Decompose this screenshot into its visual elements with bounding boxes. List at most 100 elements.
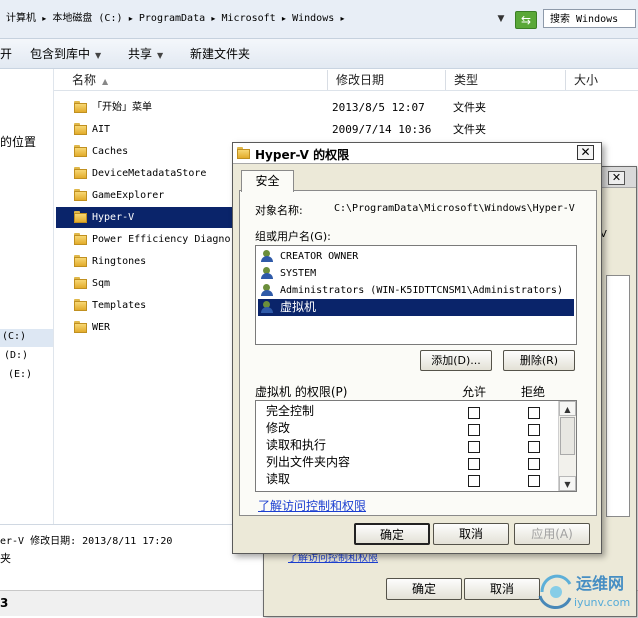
open-label: 开 (0, 47, 13, 61)
nav-item-drive-d[interactable]: (D:) (4, 350, 28, 361)
chevron-right-icon[interactable]: ▸ (282, 14, 286, 23)
allow-checkbox[interactable] (468, 441, 480, 453)
permissions-list: 完全控制 修改 读取和执行 列出文件夹内容 读取 ▲ ▼ (255, 400, 577, 492)
column-date[interactable]: 修改日期 (328, 70, 446, 90)
file-row[interactable]: 「开始」菜单 (56, 97, 234, 118)
user-item[interactable]: SYSTEM (258, 265, 574, 282)
permissions-scrollbar[interactable]: ▲ ▼ (558, 401, 576, 491)
permission-name: 修改 (266, 421, 291, 435)
watermark-text: 运维网 (576, 574, 625, 593)
address-bar: 计算机 ▸ 本地磁盘 (C:) ▸ ProgramData ▸ Microsof… (0, 0, 638, 39)
cancel-button[interactable]: 取消 (433, 523, 509, 545)
folder-icon (74, 211, 87, 223)
chevron-right-icon[interactable]: ▸ (42, 14, 46, 23)
user-name: CREATOR OWNER (280, 251, 359, 262)
scroll-thumb[interactable] (560, 417, 575, 455)
breadcrumb-item[interactable]: Microsoft (222, 13, 276, 24)
address-dropdown-icon[interactable]: ▼ (496, 10, 506, 28)
details-line: er-V 修改日期: 2013/8/11 17:20 (0, 536, 173, 547)
file-row[interactable]: DeviceMetadataStore (56, 163, 234, 184)
scroll-down-icon[interactable]: ▼ (559, 476, 576, 491)
refresh-icon[interactable]: ⇆ (515, 11, 537, 29)
user-group-icon (261, 301, 275, 314)
file-row[interactable]: WER (56, 317, 234, 338)
new-folder-label: 新建文件夹 (190, 47, 251, 61)
breadcrumb-item[interactable]: 计算机 (6, 13, 36, 24)
nav-item-location[interactable]: 的位置 (0, 133, 36, 150)
folder-icon (74, 299, 87, 311)
folder-icon (74, 123, 87, 135)
back-cancel-button[interactable]: 取消 (464, 578, 540, 600)
file-row[interactable]: GameExplorer (56, 185, 234, 206)
status-count: 3 (0, 596, 9, 610)
file-row[interactable]: Ringtones (56, 251, 234, 272)
user-item[interactable]: Administrators (WIN-K5IDTTCNSM1\Administ… (258, 282, 574, 299)
deny-checkbox[interactable] (528, 424, 540, 436)
chevron-right-icon[interactable]: ▸ (211, 14, 215, 23)
details-pane: er-V 修改日期: 2013/8/11 17:20 夹 (0, 524, 262, 591)
permissions-dialog: Hyper-V 的权限 ✕ 安全 对象名称: C:\ProgramData\Mi… (232, 142, 602, 554)
open-button[interactable]: 开 (0, 46, 12, 62)
breadcrumb-item[interactable]: Windows (292, 13, 334, 24)
allow-checkbox[interactable] (468, 458, 480, 470)
details-type: 夹 (0, 552, 11, 565)
chevron-down-icon: ▼ (157, 51, 164, 60)
sort-up-icon: ▲ (102, 77, 109, 86)
allow-checkbox[interactable] (468, 424, 480, 436)
search-input[interactable]: 搜索 Windows (543, 9, 636, 28)
breadcrumb-item[interactable]: ProgramData (139, 13, 205, 24)
file-row[interactable]: AIT (56, 119, 234, 140)
watermark-domain: iyunv.com (574, 596, 631, 609)
user-item[interactable]: CREATOR OWNER (258, 248, 574, 265)
file-name: GameExplorer (92, 190, 165, 201)
allow-checkbox[interactable] (468, 407, 480, 419)
deny-checkbox[interactable] (528, 407, 540, 419)
nav-item-drive-c[interactable]: (C:) (0, 329, 53, 347)
deny-checkbox[interactable] (528, 458, 540, 470)
scroll-up-icon[interactable]: ▲ (559, 401, 576, 416)
file-row-selected[interactable]: Hyper-V (56, 207, 234, 228)
ok-button[interactable]: 确定 (354, 523, 430, 545)
user-name: Administrators (WIN-K5IDTTCNSM1\Administ… (280, 285, 563, 296)
column-type[interactable]: 类型 (446, 70, 566, 90)
back-ok-button[interactable]: 确定 (386, 578, 462, 600)
share-label: 共享 (128, 47, 153, 61)
chevron-right-icon[interactable]: ▸ (129, 14, 133, 23)
column-size[interactable]: 大小 (566, 70, 638, 90)
folder-icon (74, 101, 87, 113)
file-row[interactable]: Templates (56, 295, 234, 316)
share-button[interactable]: 共享 ▼ (128, 46, 163, 62)
deny-checkbox[interactable] (528, 441, 540, 453)
user-item-selected[interactable]: 虚拟机 (258, 299, 574, 316)
nav-item-label: (C:) (2, 331, 27, 342)
close-icon[interactable]: ✕ (577, 145, 594, 160)
folder-icon (74, 255, 87, 267)
deny-checkbox[interactable] (528, 475, 540, 487)
include-label: 包含到库中 (30, 47, 91, 61)
chevron-right-icon[interactable]: ▸ (340, 14, 344, 23)
add-button[interactable]: 添加(D)... (420, 350, 492, 371)
file-row[interactable]: Power Efficiency Diagno (56, 229, 234, 250)
folder-icon (74, 277, 87, 289)
object-name-label: 对象名称: (255, 204, 303, 217)
access-control-help-link[interactable]: 了解访问控制和权限 (258, 497, 366, 514)
deny-header: 拒绝 (521, 385, 546, 399)
nav-item-drive-e[interactable]: (E:) (8, 369, 32, 380)
tab-security[interactable]: 安全 (241, 170, 294, 192)
file-row[interactable]: Sqm (56, 273, 234, 294)
file-row[interactable]: Caches (56, 141, 234, 162)
new-folder-button[interactable]: 新建文件夹 (190, 46, 250, 62)
folder-icon (74, 189, 87, 201)
watermark-logo: 运维网 iyunv.com (534, 566, 638, 615)
apply-button[interactable]: 应用(A) (514, 523, 590, 545)
permissions-label: 虚拟机 的权限(P) (255, 385, 348, 399)
breadcrumb-item[interactable]: 本地磁盘 (C:) (52, 13, 122, 24)
folder-icon (74, 145, 87, 157)
remove-button[interactable]: 删除(R) (503, 350, 575, 371)
back-close-icon[interactable]: ✕ (608, 171, 625, 185)
back-dialog-list (606, 275, 630, 517)
allow-checkbox[interactable] (468, 475, 480, 487)
user-group-icon (261, 284, 275, 297)
include-in-library-button[interactable]: 包含到库中 ▼ (30, 46, 101, 62)
column-name[interactable]: 名称 ▲ (64, 70, 328, 90)
